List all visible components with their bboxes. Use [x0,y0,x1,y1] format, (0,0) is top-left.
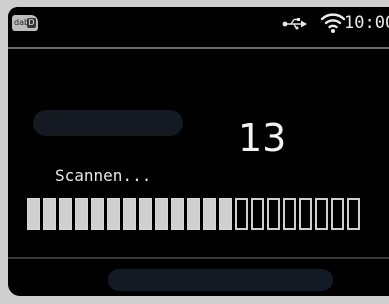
progress-segment-filled [75,198,88,230]
usb-icon [282,18,307,30]
scan-status-label: Scannen... [55,166,152,185]
channel-count: 13 [238,116,287,160]
progress-segment-empty [267,198,280,230]
radio-display: dab D 10:00 13 Scannen... [8,7,389,296]
clock: 10:00 [344,13,389,33]
progress-segment-empty [299,198,312,230]
ghost-bottom-overlay [108,269,333,291]
progress-segment-filled [91,198,104,230]
progress-segment-filled [59,198,72,230]
dab-logo-suffix: D [27,18,36,28]
progress-segment-filled [43,198,56,230]
progress-segment-filled [219,198,232,230]
progress-segment-empty [331,198,344,230]
progress-segment-empty [235,198,248,230]
ghost-overlay [33,110,183,136]
progress-segment-filled [155,198,168,230]
progress-segment-empty [251,198,264,230]
progress-segment-filled [203,198,216,230]
progress-segment-filled [139,198,152,230]
bottom-divider [8,257,389,259]
wifi-icon [320,13,346,33]
progress-segment-filled [123,198,136,230]
progress-segment-filled [171,198,184,230]
progress-segment-empty [315,198,328,230]
scan-progress-bar [27,198,363,230]
status-bar: dab D 10:00 [8,7,389,40]
progress-segment-empty [283,198,296,230]
progress-segment-filled [27,198,40,230]
dab-logo-icon: dab D [12,15,38,31]
progress-segment-filled [187,198,200,230]
progress-segment-empty [347,198,360,230]
progress-segment-filled [107,198,120,230]
status-divider [8,47,389,49]
